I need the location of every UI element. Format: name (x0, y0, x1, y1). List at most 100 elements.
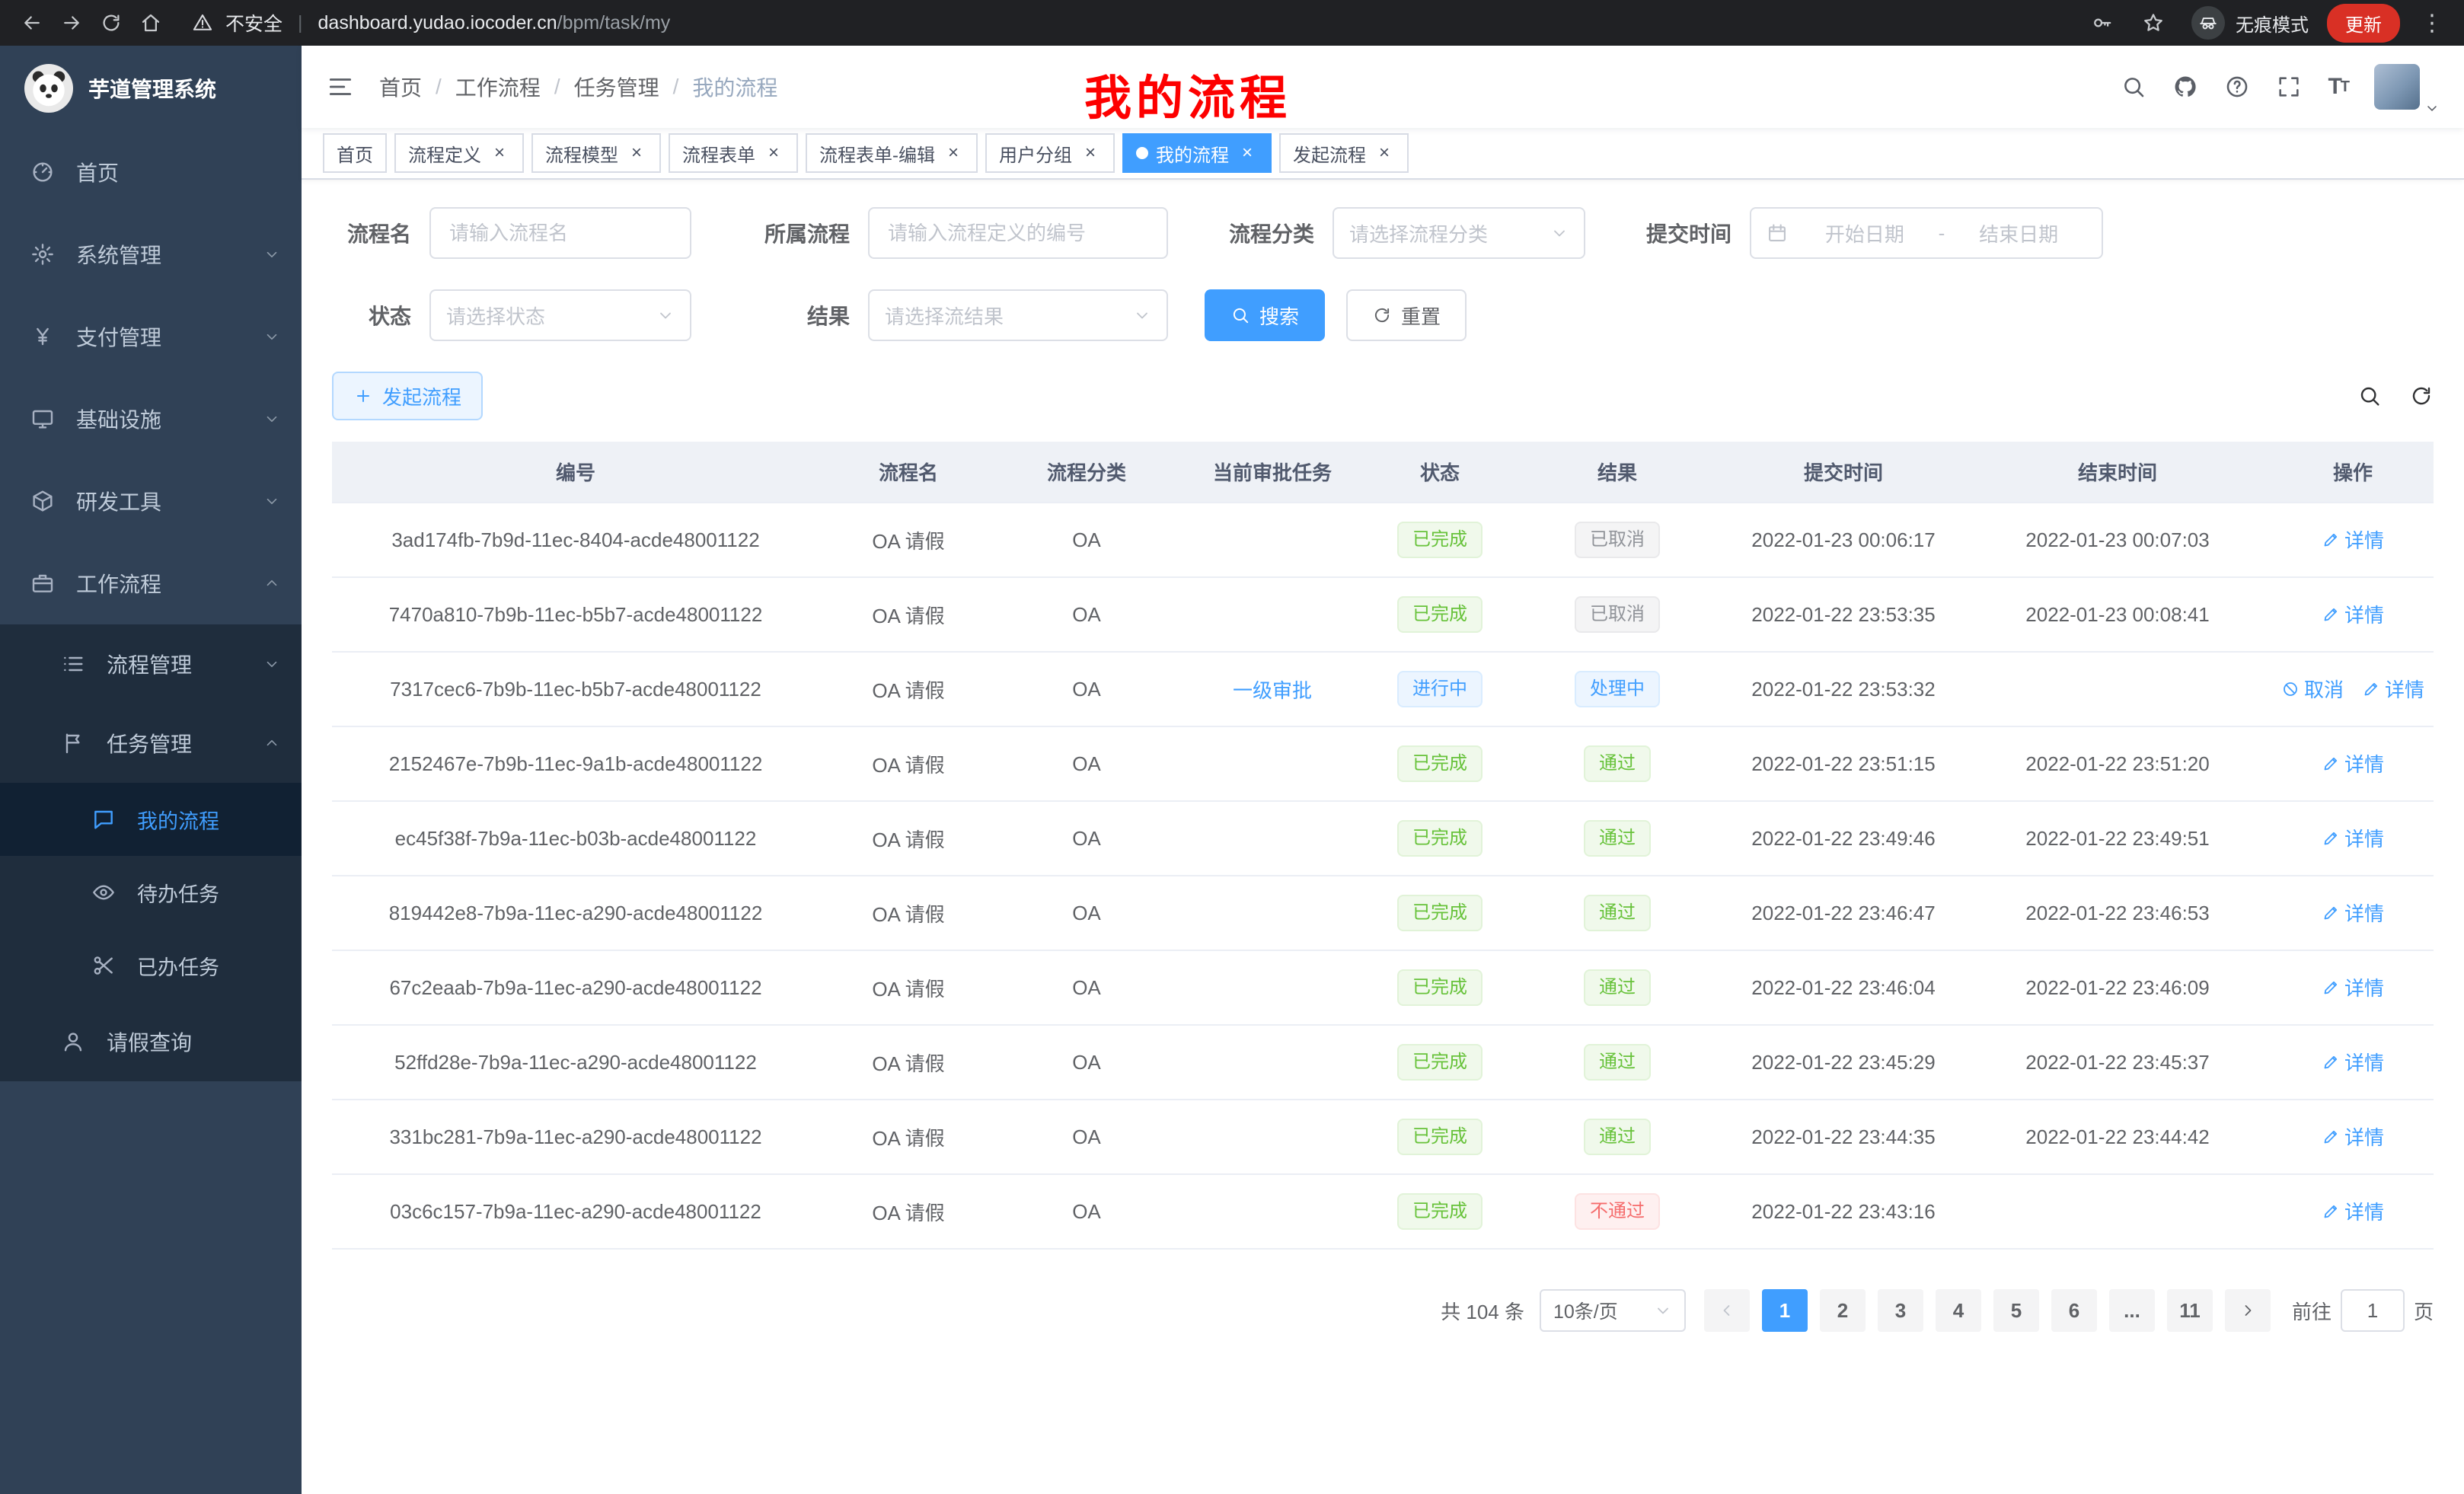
sidebar-item-home[interactable]: 首页 (0, 131, 302, 213)
close-icon[interactable]: × (1080, 142, 1101, 164)
cell-category: OA (997, 503, 1176, 577)
fullscreen-icon[interactable] (2276, 74, 2302, 100)
browser-menu-icon[interactable]: ⋮ (2412, 3, 2452, 43)
user-avatar[interactable] (2374, 64, 2440, 110)
close-icon[interactable]: × (943, 142, 964, 164)
briefcase-icon (30, 571, 56, 595)
sidebar-item-task-mgmt[interactable]: 任务管理 (0, 704, 302, 783)
close-icon[interactable]: × (1237, 142, 1258, 164)
logo[interactable]: 芋道管理系统 (0, 46, 302, 131)
reset-button[interactable]: 重置 (1346, 289, 1467, 341)
cell-status: 已完成 (1369, 503, 1511, 577)
detail-link[interactable]: 详情 (2322, 525, 2384, 554)
category-select[interactable]: 请选择流程分类 (1333, 207, 1585, 259)
detail-link[interactable]: 详情 (2322, 749, 2384, 777)
active-dot-icon (1136, 147, 1148, 159)
cell-actions: 详情 (2272, 1174, 2434, 1249)
update-button[interactable]: 更新 (2327, 4, 2400, 43)
tab-my-process[interactable]: 我的流程× (1122, 133, 1272, 173)
tab-process-model[interactable]: 流程模型× (531, 133, 661, 173)
tab-home[interactable]: 首页 (323, 133, 387, 173)
back-icon[interactable] (12, 3, 52, 43)
breadcrumb-separator: / (554, 75, 560, 99)
close-icon[interactable]: × (763, 142, 784, 164)
page-button-3[interactable]: 3 (1878, 1289, 1923, 1332)
sidebar-item-infra[interactable]: 基础设施 (0, 378, 302, 460)
current-task-link[interactable]: 一级审批 (1233, 679, 1312, 702)
sidebar-item-system[interactable]: 系统管理 (0, 213, 302, 295)
home-icon[interactable] (131, 3, 171, 43)
pager-more-button[interactable]: ... (2109, 1289, 2155, 1332)
chat-icon (91, 807, 117, 832)
page-button-11[interactable]: 11 (2167, 1289, 2213, 1332)
tab-process-form[interactable]: 流程表单× (669, 133, 798, 173)
cell-submit-time: 2022-01-22 23:45:29 (1724, 1025, 1963, 1100)
page-button-1[interactable]: 1 (1762, 1289, 1808, 1332)
key-icon[interactable] (2082, 3, 2121, 43)
sidebar-item-workflow[interactable]: 工作流程 (0, 542, 302, 624)
process-def-input[interactable] (868, 207, 1168, 259)
url-text[interactable]: dashboard.yudao.iocoder.cn/bpm/task/my (318, 12, 671, 34)
submit-time-label: 提交时间 (1622, 218, 1750, 248)
breadcrumb-item[interactable]: 首页 (379, 72, 422, 102)
sidebar-item-done-task[interactable]: 已办任务 (0, 929, 302, 1002)
create-process-button[interactable]: 发起流程 (332, 372, 483, 420)
font-size-icon[interactable]: TT (2328, 74, 2348, 100)
sidebar-item-my-process[interactable]: 我的流程 (0, 783, 302, 856)
detail-link[interactable]: 详情 (2362, 675, 2424, 703)
detail-link[interactable]: 详情 (2322, 973, 2384, 1001)
page-button-4[interactable]: 4 (1936, 1289, 1981, 1332)
page-button-5[interactable]: 5 (1993, 1289, 2039, 1332)
page-button-6[interactable]: 6 (2051, 1289, 2097, 1332)
prev-page-button[interactable] (1704, 1289, 1750, 1332)
close-icon[interactable]: × (626, 142, 647, 164)
detail-link[interactable]: 详情 (2322, 600, 2384, 628)
yen-icon (30, 324, 56, 349)
page-size-select[interactable]: 10条/页 (1540, 1289, 1686, 1332)
header-search-icon[interactable] (2121, 74, 2146, 100)
table-refresh-icon[interactable] (2409, 384, 2434, 408)
cancel-link[interactable]: 取消 (2281, 675, 2344, 703)
status-select[interactable]: 请选择状态 (429, 289, 691, 341)
github-icon[interactable] (2172, 74, 2198, 100)
detail-link[interactable]: 详情 (2322, 1122, 2384, 1151)
sidebar-item-payment[interactable]: 支付管理 (0, 295, 302, 378)
toggle-search-icon[interactable] (2357, 384, 2382, 408)
detail-link[interactable]: 详情 (2322, 824, 2384, 852)
search-button[interactable]: 搜索 (1205, 289, 1325, 341)
process-def-label: 所属流程 (728, 218, 868, 248)
close-icon[interactable]: × (1374, 142, 1395, 164)
chevron-down-icon (263, 493, 280, 509)
bookmark-star-icon[interactable] (2134, 3, 2173, 43)
page-content: 流程名 所属流程 流程分类 请选择流程分类 提交时间 开始日期 - 结束日期 (302, 180, 2464, 1494)
goto-page-input[interactable] (2341, 1289, 2405, 1332)
tab-start-process[interactable]: 发起流程× (1279, 133, 1409, 173)
breadcrumb-item[interactable]: 工作流程 (455, 72, 541, 102)
detail-link[interactable]: 详情 (2322, 1197, 2384, 1225)
process-name-input[interactable] (429, 207, 691, 259)
tab-process-definition[interactable]: 流程定义× (394, 133, 524, 173)
page-button-2[interactable]: 2 (1820, 1289, 1866, 1332)
sidebar-item-todo-task[interactable]: 待办任务 (0, 856, 302, 929)
detail-link[interactable]: 详情 (2322, 899, 2384, 927)
screen: 不安全 | dashboard.yudao.iocoder.cn/bpm/tas… (0, 0, 2464, 1494)
help-icon[interactable] (2224, 74, 2250, 100)
sidebar-item-process-mgmt[interactable]: 流程管理 (0, 624, 302, 704)
table-row: 819442e8-7b9a-11ec-a290-acde48001122OA 请… (332, 876, 2434, 950)
close-icon[interactable]: × (489, 142, 510, 164)
hamburger-icon[interactable] (326, 72, 355, 101)
next-page-button[interactable] (2225, 1289, 2271, 1332)
result-select[interactable]: 请选择流结果 (868, 289, 1168, 341)
sidebar-item-devtools[interactable]: 研发工具 (0, 460, 302, 542)
cell-name: OA 请假 (819, 950, 997, 1025)
forward-icon[interactable] (52, 3, 91, 43)
tab-process-form-edit[interactable]: 流程表单-编辑× (806, 133, 978, 173)
sidebar-item-leave-query[interactable]: 请假查询 (0, 1002, 302, 1081)
submit-time-range-picker[interactable]: 开始日期 - 结束日期 (1750, 207, 2103, 259)
breadcrumb-item[interactable]: 任务管理 (574, 72, 659, 102)
address-bar[interactable]: 不安全 | dashboard.yudao.iocoder.cn/bpm/tas… (192, 9, 2082, 37)
cell-actions: 详情 (2272, 876, 2434, 950)
reload-icon[interactable] (91, 3, 131, 43)
tab-user-group[interactable]: 用户分组× (985, 133, 1115, 173)
detail-link[interactable]: 详情 (2322, 1048, 2384, 1076)
